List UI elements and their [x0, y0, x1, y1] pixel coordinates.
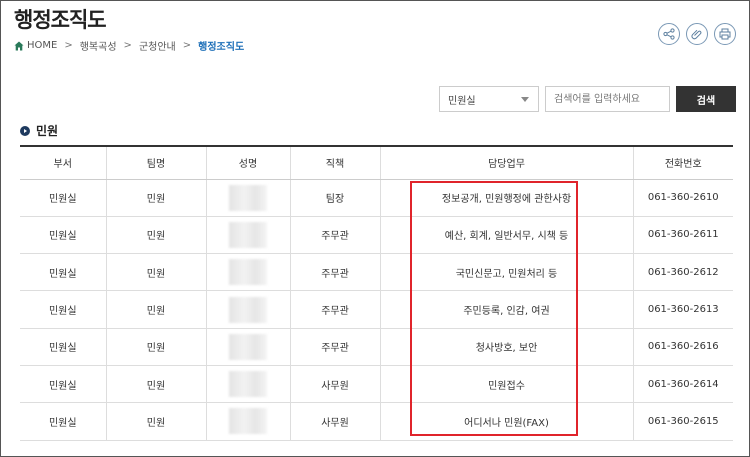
table-row: 민원실 민원 주무관 예산, 회계, 일반서무, 시책 등 061-360-26…: [20, 216, 733, 255]
dept-cell: 민원실: [20, 328, 107, 366]
name-cell-redacted: [206, 253, 291, 292]
table-row: 민원실 민원 주무관 국민신문고, 민원처리 등 061-360-2612: [20, 253, 733, 292]
search-button[interactable]: 검색: [676, 86, 736, 112]
column-header: 팀명: [106, 145, 207, 180]
phone-cell: 061-360-2614: [633, 365, 733, 404]
search-input[interactable]: [545, 86, 670, 112]
home-icon[interactable]: [14, 41, 24, 51]
dept-cell: 민원실: [20, 253, 107, 292]
circle-arrow-icon: [20, 125, 30, 136]
duty-highlight-box: [410, 181, 578, 436]
team-cell: 민원: [106, 179, 207, 217]
position-cell: 팀장: [290, 179, 381, 217]
link-button[interactable]: [686, 23, 708, 45]
name-cell-redacted: [206, 365, 291, 404]
paperclip-icon: [691, 29, 702, 40]
position-cell: 주무관: [290, 290, 381, 329]
column-header: 직책: [290, 145, 381, 180]
print-button[interactable]: [714, 23, 736, 45]
share-icon: [663, 28, 675, 40]
dept-cell: 민원실: [20, 216, 107, 255]
search-bar: 민원실 검색: [439, 86, 736, 112]
page-title: 행정조직도: [14, 8, 107, 32]
phone-cell: 061-360-2615: [633, 402, 733, 441]
name-cell-redacted: [206, 402, 291, 441]
dept-cell: 민원실: [20, 290, 107, 329]
name-cell-redacted: [206, 290, 291, 329]
position-cell: 주무관: [290, 328, 381, 366]
table-header-row: 부서 팀명 성명 직책 담당업무 전화번호: [20, 145, 733, 180]
breadcrumb-home[interactable]: HOME: [27, 40, 57, 51]
column-header: 부서: [20, 145, 107, 180]
chevron-right-icon: >: [182, 40, 192, 51]
dept-cell: 민원실: [20, 179, 107, 217]
department-select[interactable]: 민원실: [439, 86, 539, 112]
name-cell-redacted: [206, 179, 291, 217]
team-cell: 민원: [106, 290, 207, 329]
team-cell: 민원: [106, 365, 207, 404]
column-header: 성명: [206, 145, 291, 180]
phone-cell: 061-360-2612: [633, 253, 733, 292]
dept-cell: 민원실: [20, 365, 107, 404]
staff-table: 부서 팀명 성명 직책 담당업무 전화번호 민원실 민원 팀장 정보공개, 민원…: [20, 145, 733, 441]
breadcrumb-item[interactable]: 행복곡성: [80, 38, 117, 53]
breadcrumb: HOME > 행복곡성 > 군청안내 > 행정조직도: [14, 38, 244, 53]
share-button[interactable]: [658, 23, 680, 45]
team-cell: 민원: [106, 253, 207, 292]
phone-cell: 061-360-2611: [633, 216, 733, 255]
section-title: 민원: [20, 122, 58, 139]
phone-cell: 061-360-2613: [633, 290, 733, 329]
position-cell: 사무원: [290, 402, 381, 441]
position-cell: 주무관: [290, 216, 381, 255]
position-cell: 주무관: [290, 253, 381, 292]
chevron-right-icon: >: [64, 40, 73, 51]
team-cell: 민원: [106, 402, 207, 441]
phone-cell: 061-360-2610: [633, 179, 733, 217]
table-row: 민원실 민원 사무원 어디서나 민원(FAX) 061-360-2615: [20, 402, 733, 441]
breadcrumb-item[interactable]: 군청안내: [139, 38, 176, 53]
name-cell-redacted: [206, 328, 291, 366]
team-cell: 민원: [106, 216, 207, 255]
team-cell: 민원: [106, 328, 207, 366]
column-header: 담당업무: [380, 145, 634, 180]
chevron-right-icon: >: [123, 40, 132, 51]
chevron-down-icon: [521, 96, 529, 102]
table-row: 민원실 민원 사무원 민원접수 061-360-2614: [20, 365, 733, 404]
department-select-value: 민원실: [448, 95, 476, 107]
section-title-text: 민원: [36, 124, 59, 138]
column-header: 전화번호: [633, 145, 733, 180]
name-cell-redacted: [206, 216, 291, 255]
table-row: 민원실 민원 주무관 주민등록, 인감, 여권 061-360-2613: [20, 290, 733, 329]
print-icon: [719, 28, 731, 40]
page-tools: [658, 23, 736, 45]
table-row: 민원실 민원 팀장 정보공개, 민원행정에 관한사항 061-360-2610: [20, 179, 733, 217]
table-row: 민원실 민원 주무관 청사방호, 보안 061-360-2616: [20, 328, 733, 366]
phone-cell: 061-360-2616: [633, 328, 733, 366]
dept-cell: 민원실: [20, 402, 107, 441]
breadcrumb-current: 행정조직도: [198, 42, 245, 53]
position-cell: 사무원: [290, 365, 381, 404]
